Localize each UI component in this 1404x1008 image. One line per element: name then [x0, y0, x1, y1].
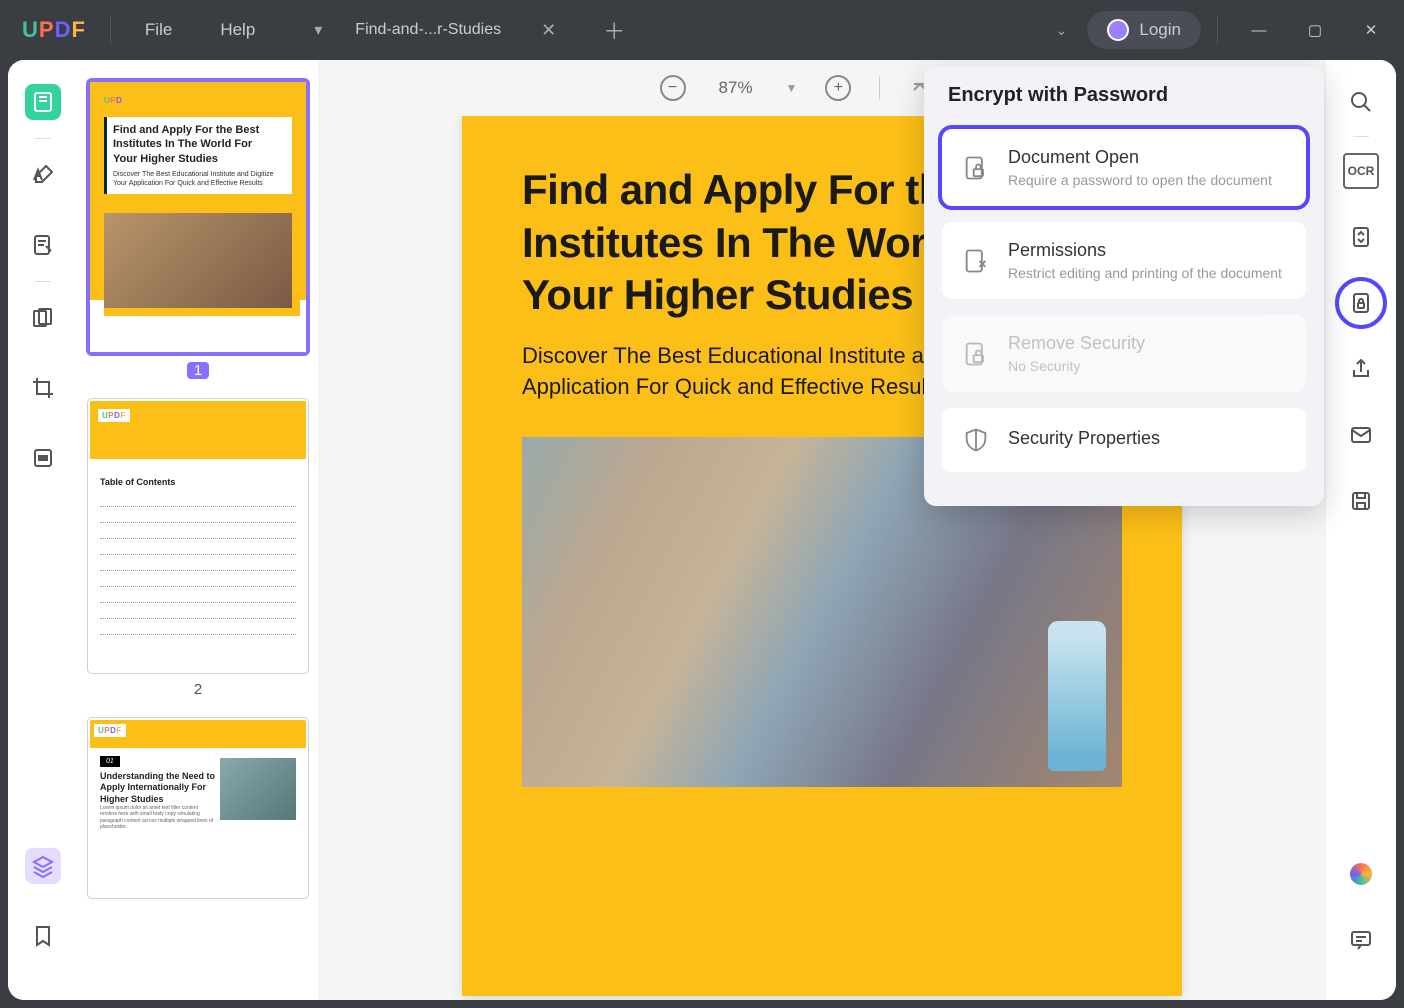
separator	[879, 76, 880, 100]
convert-button[interactable]	[1343, 219, 1379, 255]
document-open-option[interactable]: Document Open Require a password to open…	[942, 129, 1306, 206]
crop-tool[interactable]	[25, 370, 61, 406]
save-button[interactable]	[1343, 483, 1379, 519]
separator	[35, 138, 51, 139]
share-button[interactable]	[1343, 351, 1379, 387]
thumbnail-3[interactable]: UPDF 01 Understanding the Need to Apply …	[88, 718, 308, 898]
option-title: Permissions	[1008, 240, 1282, 261]
layers-button[interactable]	[25, 848, 61, 884]
option-title: Remove Security	[1008, 333, 1145, 354]
thumbnail-panel[interactable]: UPDF Find and Apply For the Best Institu…	[78, 60, 318, 1000]
redact-tool[interactable]	[25, 440, 61, 476]
search-button[interactable]	[1343, 84, 1379, 120]
chevron-down-icon[interactable]: ⌄	[1041, 22, 1081, 39]
reader-tool[interactable]	[25, 84, 61, 120]
zoom-percent[interactable]: 87%	[714, 78, 758, 98]
panel-title: Encrypt with Password	[942, 84, 1306, 107]
minimize-button[interactable]: —	[1234, 10, 1284, 50]
annotate-tool[interactable]	[25, 157, 61, 193]
unlock-doc-icon	[962, 340, 990, 368]
page-tool[interactable]	[25, 300, 61, 336]
permissions-option[interactable]: Permissions Restrict editing and printin…	[942, 222, 1306, 299]
login-label: Login	[1139, 20, 1181, 40]
thumb-text: 01	[100, 756, 120, 767]
separator	[1217, 16, 1218, 44]
menu-file[interactable]: File	[121, 20, 196, 40]
edit-tool[interactable]	[25, 227, 61, 263]
option-sub: Require a password to open the document	[1008, 172, 1272, 188]
protect-button[interactable]	[1343, 285, 1379, 321]
zoom-dropdown-icon[interactable]: ▼	[786, 81, 798, 95]
add-tab-button[interactable]: ＋	[594, 14, 634, 46]
document-tab[interactable]: Find-and-...r-Studies ✕	[337, 0, 574, 60]
avatar-icon	[1107, 19, 1129, 41]
login-button[interactable]: Login	[1087, 11, 1201, 49]
left-toolbar	[8, 60, 78, 1000]
tab-dropdown[interactable]: ▾	[299, 11, 337, 49]
app-logo: UPDF	[8, 17, 100, 43]
thumbnail-label: 2	[88, 681, 308, 698]
ocr-button[interactable]: OCR	[1343, 153, 1379, 189]
separator	[1353, 136, 1369, 137]
separator	[110, 16, 111, 44]
thumbnail-1[interactable]: UPDF Find and Apply For the Best Institu…	[88, 80, 308, 354]
close-button[interactable]: ✕	[1346, 10, 1396, 50]
titlebar-right: ⌄ Login — ▢ ✕	[1041, 10, 1396, 50]
option-sub: No Security	[1008, 358, 1145, 374]
security-properties-option[interactable]: Security Properties	[942, 408, 1306, 472]
ai-button[interactable]	[1343, 856, 1379, 892]
permissions-icon	[962, 247, 990, 275]
email-button[interactable]	[1343, 417, 1379, 453]
close-tab-icon[interactable]: ✕	[541, 20, 556, 41]
option-title: Document Open	[1008, 147, 1272, 168]
right-toolbar: OCR	[1326, 60, 1396, 1000]
option-title: Security Properties	[1008, 428, 1160, 449]
maximize-button[interactable]: ▢	[1290, 10, 1340, 50]
thumb-text: Your Higher Studies	[113, 152, 286, 166]
bookmark-button[interactable]	[25, 918, 61, 954]
encrypt-panel: Encrypt with Password Document Open Requ…	[924, 66, 1324, 506]
remove-security-option: Remove Security No Security	[942, 315, 1306, 392]
title-bar: UPDF File Help ▾ Find-and-...r-Studies ✕…	[0, 0, 1404, 60]
thumbnail-label: 1	[187, 362, 209, 379]
thumb-text: Table of Contents	[100, 477, 296, 487]
zoom-out-button[interactable]: −	[660, 75, 686, 101]
menu-help[interactable]: Help	[196, 20, 279, 40]
thumb-text: Institutes In The World For	[113, 137, 286, 151]
thumbnail-2[interactable]: UPDF Table of Contents	[88, 399, 308, 673]
tab-bar: ▾ Find-and-...r-Studies ✕ ＋	[299, 0, 634, 60]
separator	[35, 281, 51, 282]
lock-doc-icon	[962, 154, 990, 182]
option-sub: Restrict editing and printing of the doc…	[1008, 265, 1282, 281]
thumb-text: Find and Apply For the Best	[113, 123, 286, 137]
zoom-in-button[interactable]: +	[825, 75, 851, 101]
chat-button[interactable]	[1343, 922, 1379, 958]
thumb-text: Discover The Best Educational Institute …	[113, 170, 286, 188]
tab-title: Find-and-...r-Studies	[355, 21, 501, 39]
shield-icon	[962, 426, 990, 454]
